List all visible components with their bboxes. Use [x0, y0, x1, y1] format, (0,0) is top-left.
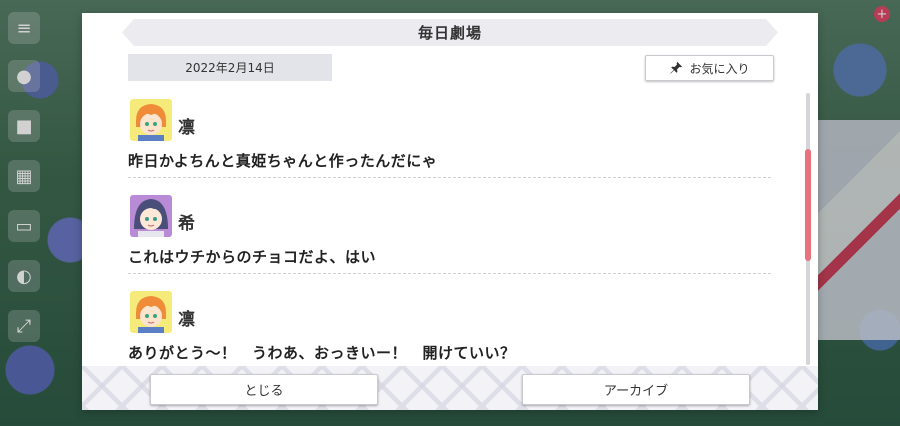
close-button[interactable]: とじる — [150, 374, 378, 405]
speaker-name: 希 — [178, 214, 195, 234]
speaker-name: 凛 — [178, 118, 195, 138]
speaker-name: 凛 — [178, 310, 195, 330]
archive-button[interactable]: アーカイブ — [522, 374, 750, 405]
daily-theater-dialog: 毎日劇場 2022年2月14日 お気に入り 凛 昨日かよちんと真姫ちゃんと作った… — [82, 13, 818, 410]
message-text: 昨日かよちんと真姫ちゃんと作ったんだにゃ — [128, 152, 438, 170]
divider — [128, 177, 771, 178]
pin-icon — [670, 61, 683, 74]
divider — [128, 273, 771, 274]
dialog-title: 毎日劇場 — [417, 24, 482, 42]
avatar-rin — [130, 99, 172, 141]
avatar-nozomi — [130, 195, 172, 237]
list-item: 凛 昨日かよちんと真姫ちゃんと作ったんだにゃ — [128, 93, 774, 189]
avatar-rin — [130, 291, 172, 333]
favorite-label: お気に入り — [689, 61, 750, 76]
message-text: これはウチからのチョコだよ、はい — [128, 248, 377, 266]
favorite-button[interactable]: お気に入り — [645, 55, 774, 81]
list-item: 希 これはウチからのチョコだよ、はい — [128, 189, 774, 285]
message-list[interactable]: 凛 昨日かよちんと真姫ちゃんと作ったんだにゃ 希 これはウチからのチョコだよ、は — [128, 93, 774, 371]
list-item: 凛 ありがとう～！ うわあ、おっきいー！ 開けていい？ — [128, 285, 774, 371]
message-text: ありがとう～！ うわあ、おっきいー！ 開けていい？ — [128, 344, 516, 362]
scrollbar[interactable] — [805, 93, 811, 365]
scrollbar-thumb[interactable] — [805, 149, 811, 261]
title-bar: 毎日劇場 — [122, 19, 778, 46]
date-label: 2022年2月14日 — [128, 54, 332, 81]
